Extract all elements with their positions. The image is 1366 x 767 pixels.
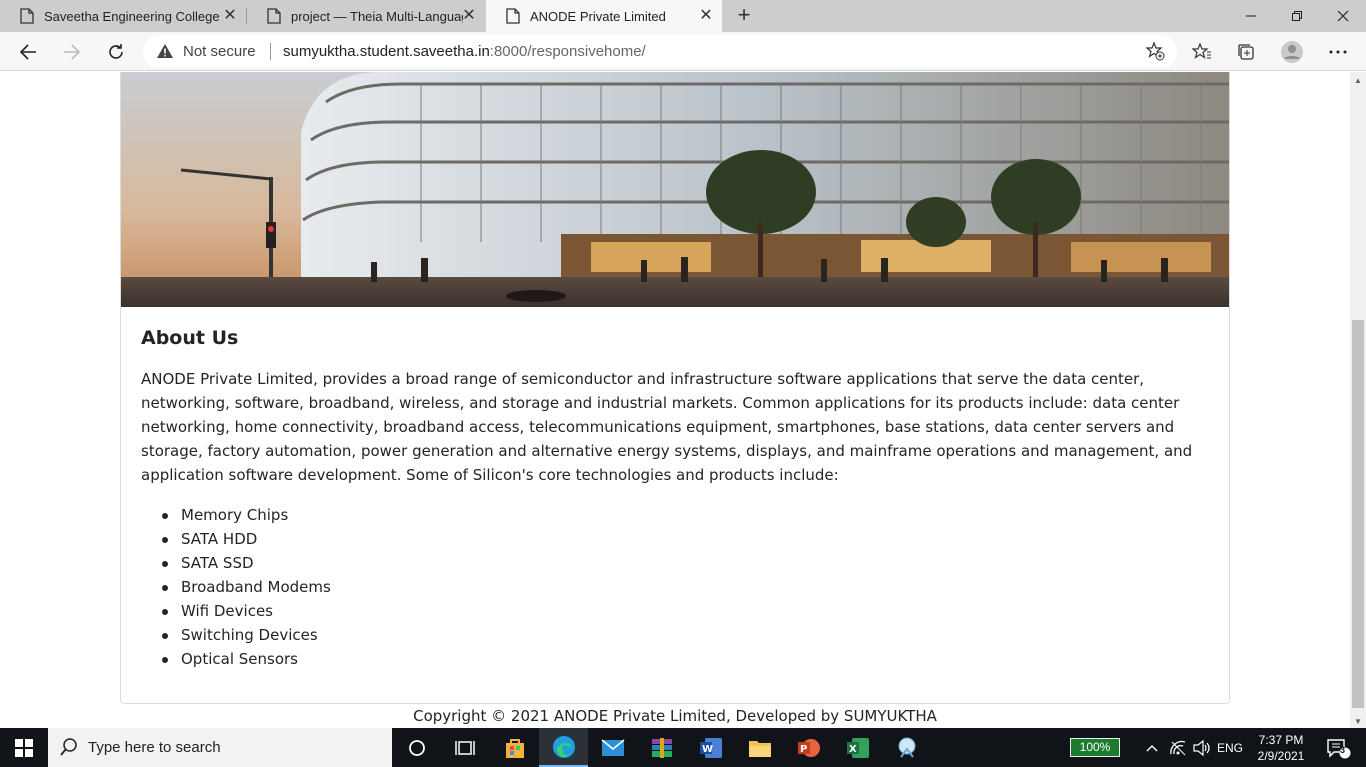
tab-title: project — Theia Multi-Language [291,8,463,24]
url-host: sumyuktha.student.saveetha.in [283,43,490,60]
add-favorite-icon[interactable] [1145,41,1165,66]
close-icon[interactable]: ✕ [698,8,714,24]
page-viewport: About Us ANODE Private Limited, provides… [0,72,1350,728]
tab-anode[interactable]: ANODE Private Limited ✕ [486,0,722,32]
snipping-tool-icon[interactable] [882,728,931,767]
back-icon[interactable] [13,37,43,67]
close-icon[interactable]: ✕ [222,8,238,24]
window-close-icon[interactable] [1320,0,1366,32]
windows-start-icon[interactable] [0,728,48,767]
close-icon[interactable]: ✕ [461,8,477,24]
clock-date: 2/9/2021 [1257,749,1305,763]
battery-indicator[interactable]: 100% [1070,738,1120,757]
page-icon [506,8,520,24]
more-options-icon[interactable] [1324,38,1352,66]
page-icon [20,8,34,24]
hero-building-image [121,72,1229,307]
new-tab-icon[interactable]: + [733,4,755,26]
clock[interactable]: 7:37 PM 2/9/2021 [1248,732,1314,764]
browser-toolbar: Not secure sumyuktha.student.saveetha.in… [0,32,1366,71]
list-item: Broadband Modems [141,575,1211,599]
winrar-icon[interactable] [637,728,686,767]
tab-title: ANODE Private Limited [530,8,666,24]
list-item: SATA SSD [141,551,1211,575]
list-item: SATA HDD [141,527,1211,551]
refresh-icon[interactable] [101,37,131,67]
search-icon [60,738,78,761]
svg-text:X: X [849,744,857,755]
task-view-icon[interactable] [440,728,489,767]
word-icon[interactable]: W [686,728,735,767]
product-list: Memory Chips SATA HDD SATA SSD Broadband… [141,503,1211,671]
security-label[interactable]: Not secure [183,43,256,60]
window-controls [1228,0,1366,32]
network-icon[interactable] [1166,728,1190,767]
restore-icon[interactable] [1274,0,1320,32]
search-placeholder: Type here to search [88,739,221,756]
about-paragraph: ANODE Private Limited, provides a broad … [141,370,1193,484]
tab-bar: Saveetha Engineering College ✕ project —… [0,0,1366,32]
list-item: Optical Sensors [141,647,1211,671]
notifications-icon[interactable]: 3 [1318,728,1358,767]
cortana-icon[interactable] [392,728,441,767]
excel-icon[interactable]: X [833,728,882,767]
tab-saveetha[interactable]: Saveetha Engineering College ✕ [0,0,246,32]
svg-text:W: W [702,744,713,755]
address-divider [270,43,271,60]
scroll-down-icon[interactable]: ▼ [1354,717,1362,726]
minimize-icon[interactable] [1228,0,1274,32]
scroll-up-icon[interactable]: ▲ [1354,76,1362,85]
forward-icon[interactable] [57,37,87,67]
page-icon [267,8,281,24]
file-explorer-icon[interactable] [735,728,784,767]
list-item: Memory Chips [141,503,1211,527]
footer-copyright: Copyright © 2021 ANODE Private Limited, … [413,707,937,725]
collections-icon[interactable] [1232,38,1260,66]
list-item: Wifi Devices [141,599,1211,623]
tab-title: Saveetha Engineering College [44,8,220,24]
page-scrollbar[interactable]: ▲ ▼ [1350,72,1366,728]
show-hidden-icons-icon[interactable] [1140,728,1164,767]
mail-icon[interactable] [588,728,637,767]
tab-project[interactable]: project — Theia Multi-Language ✕ [247,0,485,32]
url-text[interactable]: sumyuktha.student.saveetha.in:8000/respo… [283,43,646,60]
store-icon[interactable] [490,728,539,767]
windows-taskbar: Type here to search W P X 100% ENG 7:37 … [0,728,1366,767]
clock-time: 7:37 PM [1258,733,1304,747]
edge-browser-icon[interactable] [539,728,588,767]
warning-icon[interactable] [156,43,174,64]
notification-count: 3 [1340,745,1346,755]
volume-icon[interactable] [1190,728,1212,767]
scrollbar-thumb[interactable] [1352,320,1364,708]
favorites-icon[interactable] [1188,38,1216,66]
powerpoint-icon[interactable]: P [784,728,833,767]
taskbar-search-input[interactable]: Type here to search [48,728,392,767]
about-title: About Us [141,327,239,349]
address-bar[interactable]: Not secure sumyuktha.student.saveetha.in… [143,35,1177,68]
profile-avatar-icon[interactable] [1278,38,1306,66]
list-item: Switching Devices [141,623,1211,647]
language-indicator[interactable]: ENG [1214,728,1246,767]
svg-text:P: P [800,744,807,755]
about-section: About Us ANODE Private Limited, provides… [141,327,1211,671]
url-path: :8000/responsivehome/ [489,43,646,60]
